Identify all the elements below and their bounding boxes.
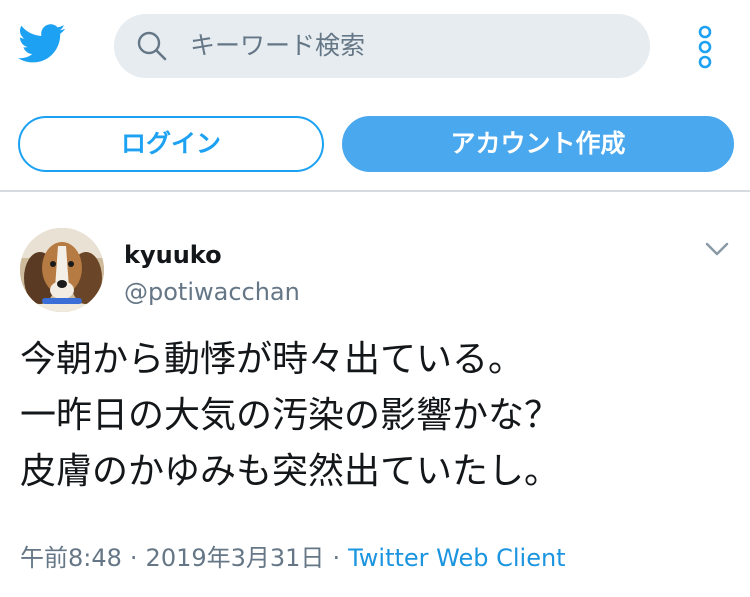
tweet-meta: 午前8:48 · 2019年3月31日 · Twitter Web Client	[20, 538, 566, 573]
search-box[interactable]: キーワード検索	[114, 14, 650, 78]
twitter-bird-icon[interactable]	[18, 24, 66, 64]
chevron-down-icon[interactable]	[704, 240, 730, 258]
tweet-line: 今朝から動悸が時々出ている。	[20, 339, 525, 380]
signup-button[interactable]: アカウント作成	[342, 116, 734, 172]
login-button[interactable]: ログイン	[18, 116, 324, 172]
search-input[interactable]: キーワード検索	[190, 31, 365, 61]
tweet-date: 2019年3月31日	[145, 544, 325, 572]
avatar[interactable]	[20, 228, 104, 312]
tweet-text: 今朝から動悸が時々出ている。 一昨日の大気の汚染の影響かな？ 皮膚のかゆみも突然…	[20, 332, 740, 500]
separator: ·	[332, 544, 341, 572]
more-vertical-icon[interactable]	[692, 24, 718, 70]
search-icon	[136, 30, 168, 62]
tweet: kyuuko @potiwacchan 今朝から動悸が時々出ている。 一昨日の大…	[0, 194, 750, 597]
auth-buttons: ログイン アカウント作成	[0, 96, 750, 192]
tweet-time: 午前8:48	[20, 544, 122, 572]
tweet-line: 一昨日の大気の汚染の影響かな？	[20, 395, 561, 436]
tweet-line: 皮膚のかゆみも突然出ていたし。	[20, 451, 561, 492]
display-name[interactable]: kyuuko	[124, 241, 222, 269]
user-handle[interactable]: @potiwacchan	[124, 278, 300, 306]
tweet-source-link[interactable]: Twitter Web Client	[348, 544, 566, 572]
separator: ·	[129, 544, 138, 572]
top-bar: キーワード検索	[0, 0, 750, 96]
